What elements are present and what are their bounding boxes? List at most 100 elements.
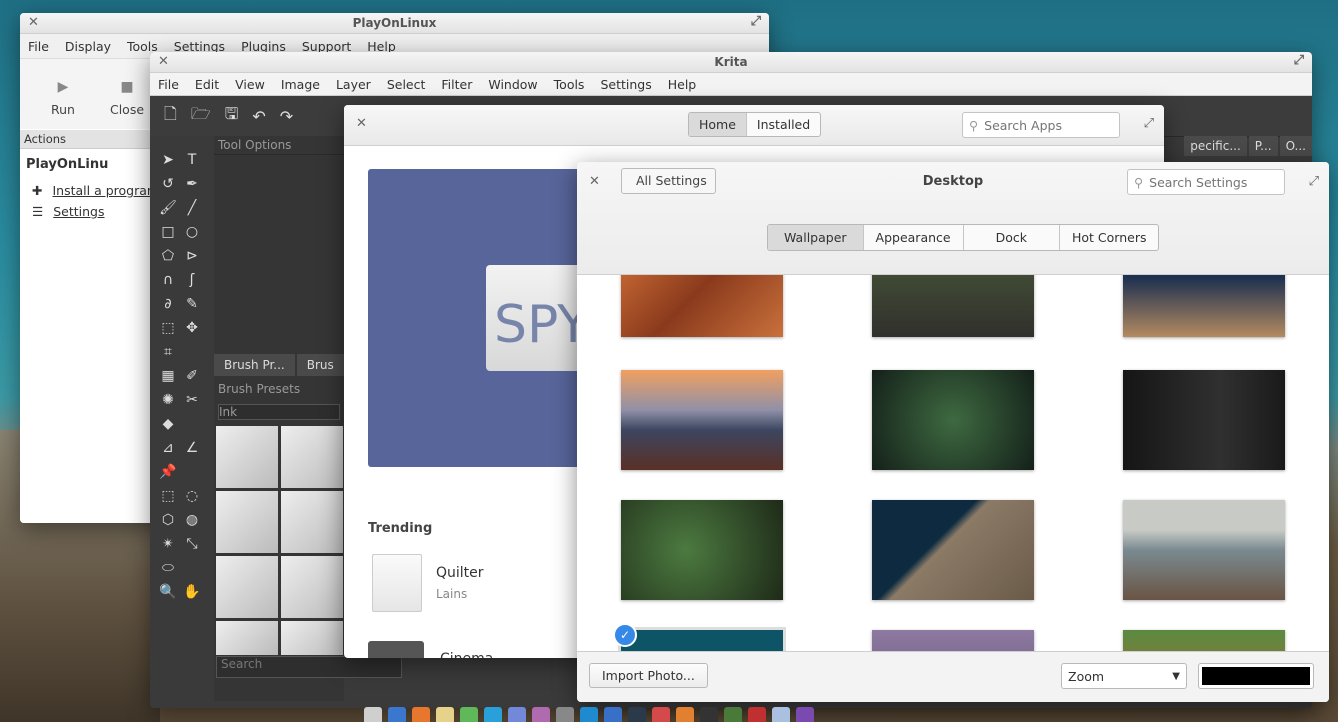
menu-layer[interactable]: Layer bbox=[328, 77, 379, 92]
wallpaper-thumbnail[interactable] bbox=[621, 275, 783, 337]
background-color-button[interactable] bbox=[1198, 663, 1314, 689]
multitasking-icon[interactable] bbox=[388, 707, 406, 722]
app-icon[interactable] bbox=[532, 707, 550, 722]
bezier-tool-icon[interactable]: ∩ bbox=[156, 272, 180, 292]
brush-preset[interactable] bbox=[216, 621, 278, 655]
steam-icon[interactable] bbox=[628, 707, 646, 722]
zoom-tool-icon[interactable]: 🔍 bbox=[156, 584, 180, 604]
tab-dock[interactable]: Dock bbox=[964, 225, 1060, 250]
app-icon[interactable] bbox=[724, 707, 742, 722]
polygon-select-icon[interactable]: ⬡ bbox=[156, 512, 180, 532]
brush-preset[interactable] bbox=[216, 491, 278, 553]
search-apps-input[interactable] bbox=[982, 116, 1107, 134]
brush-tool-icon[interactable]: 🖌 bbox=[156, 200, 180, 220]
wallpaper-thumbnail[interactable] bbox=[1123, 275, 1285, 337]
polyline-tool-icon[interactable]: ⊳ bbox=[180, 248, 204, 268]
menu-window[interactable]: Window bbox=[480, 77, 545, 92]
color-picker-icon[interactable]: ✐ bbox=[180, 368, 204, 388]
brush-preset[interactable] bbox=[281, 556, 343, 618]
tab-appearance[interactable]: Appearance bbox=[864, 225, 964, 250]
pan-tool-icon[interactable]: ✋ bbox=[180, 584, 204, 604]
wallpaper-thumbnail[interactable] bbox=[621, 370, 783, 470]
tasks-icon[interactable] bbox=[604, 707, 622, 722]
transform-tool-icon[interactable]: ⬚ bbox=[156, 320, 180, 340]
select-arrow-icon[interactable]: ➤ bbox=[156, 152, 180, 172]
brush-search-input[interactable]: Search bbox=[216, 656, 402, 678]
search-settings-input[interactable] bbox=[1147, 173, 1272, 191]
menu-file[interactable]: File bbox=[20, 39, 57, 54]
menu-file[interactable]: File bbox=[150, 77, 187, 92]
wallpaper-thumbnail[interactable] bbox=[1123, 500, 1285, 600]
text-tool-icon[interactable]: T bbox=[180, 152, 204, 172]
tab-installed[interactable]: Installed bbox=[747, 113, 820, 136]
edit-shapes-icon[interactable]: ↺ bbox=[156, 176, 180, 196]
terminal-icon[interactable] bbox=[700, 707, 718, 722]
menu-edit[interactable]: Edit bbox=[187, 77, 227, 92]
discord-icon[interactable] bbox=[508, 707, 526, 722]
wallpaper-mode-select[interactable]: Zoom ▼ bbox=[1061, 663, 1187, 689]
wallpaper-thumbnail-selected[interactable] bbox=[618, 627, 786, 651]
maximize-icon[interactable]: ⤢ bbox=[751, 14, 761, 29]
tab-brush[interactable]: Brus bbox=[296, 354, 344, 376]
wallpaper-thumbnail[interactable] bbox=[1123, 370, 1285, 470]
wallpaper-thumbnail[interactable] bbox=[872, 370, 1034, 470]
cinema-app-icon[interactable] bbox=[368, 641, 424, 658]
firefox-icon[interactable] bbox=[412, 707, 430, 722]
wallpaper-thumbnail[interactable] bbox=[1123, 630, 1285, 651]
app-name[interactable]: Cinema bbox=[440, 651, 493, 658]
contiguous-select-icon[interactable]: ✴ bbox=[156, 536, 180, 556]
search-apps-field[interactable]: ⚲ bbox=[962, 112, 1120, 138]
menu-tools[interactable]: Tools bbox=[546, 77, 593, 92]
freehand-path-icon[interactable]: ʃ bbox=[180, 272, 204, 292]
close-icon[interactable]: ✕ bbox=[356, 116, 367, 131]
menu-display[interactable]: Display bbox=[57, 39, 119, 54]
tab-hot-corners[interactable]: Hot Corners bbox=[1060, 225, 1158, 250]
line-tool-icon[interactable]: ╱ bbox=[180, 200, 204, 220]
tab-p[interactable]: P... bbox=[1248, 136, 1278, 156]
redo-icon[interactable]: ↷ bbox=[280, 107, 293, 126]
menu-view[interactable]: View bbox=[227, 77, 273, 92]
wallpaper-thumbnail[interactable] bbox=[872, 630, 1034, 651]
brush-preset[interactable] bbox=[216, 556, 278, 618]
calligraphy-icon[interactable]: ✒ bbox=[180, 176, 204, 196]
open-folder-icon[interactable]: 🗁 bbox=[191, 103, 211, 130]
wallpaper-thumbnail[interactable] bbox=[872, 500, 1034, 600]
app-icon[interactable] bbox=[748, 707, 766, 722]
brush-preset[interactable] bbox=[216, 426, 278, 488]
maximize-icon[interactable]: ⤢ bbox=[1144, 116, 1154, 131]
install-program-link[interactable]: ✚ Install a program bbox=[20, 180, 159, 201]
dynamic-brush-icon[interactable]: ∂ bbox=[156, 296, 180, 316]
assistant-tool-icon[interactable]: ✂ bbox=[180, 392, 204, 412]
fill-tool-icon[interactable]: ◆ bbox=[156, 416, 180, 436]
preset-filter-select[interactable]: Ink bbox=[218, 404, 340, 420]
run-button[interactable]: ▶ Run bbox=[36, 72, 90, 117]
crop-tool-icon[interactable]: ⌗ bbox=[156, 344, 180, 364]
gradient-tool-icon[interactable]: ▦ bbox=[156, 368, 180, 388]
angle-tool-icon[interactable]: ∠ bbox=[180, 440, 204, 460]
game-icon[interactable] bbox=[652, 707, 670, 722]
ellipse-select-icon[interactable]: ◌ bbox=[180, 488, 204, 508]
tab-wallpaper[interactable]: Wallpaper bbox=[768, 225, 864, 250]
app-list-item[interactable]: Quilter Lains bbox=[372, 554, 484, 612]
tab-o[interactable]: O... bbox=[1279, 136, 1312, 156]
mail-icon[interactable] bbox=[436, 707, 454, 722]
menu-help[interactable]: Help bbox=[660, 77, 705, 92]
telegram-icon[interactable] bbox=[484, 707, 502, 722]
undo-icon[interactable]: ↶ bbox=[252, 107, 265, 126]
close-icon[interactable]: ✕ bbox=[158, 54, 169, 69]
settings-link[interactable]: ☰ Settings bbox=[20, 201, 155, 222]
wallpaper-thumbnail[interactable] bbox=[621, 500, 783, 600]
app-icon[interactable] bbox=[772, 707, 790, 722]
brush-preset[interactable] bbox=[281, 426, 343, 488]
measure-tool-icon[interactable]: ⊿ bbox=[156, 440, 180, 460]
app-icon[interactable] bbox=[796, 707, 814, 722]
polygon-tool-icon[interactable]: ⬠ bbox=[156, 248, 180, 268]
sublime-icon[interactable] bbox=[676, 707, 694, 722]
menu-select[interactable]: Select bbox=[379, 77, 434, 92]
close-icon[interactable]: ✕ bbox=[28, 15, 39, 30]
save-icon[interactable]: 🖫 bbox=[225, 103, 239, 130]
files-icon[interactable] bbox=[364, 707, 382, 722]
search-settings-field[interactable]: ⚲ bbox=[1127, 169, 1285, 195]
maximize-icon[interactable]: ⤢ bbox=[1309, 174, 1319, 189]
wallpaper-thumbnail[interactable] bbox=[872, 275, 1034, 337]
